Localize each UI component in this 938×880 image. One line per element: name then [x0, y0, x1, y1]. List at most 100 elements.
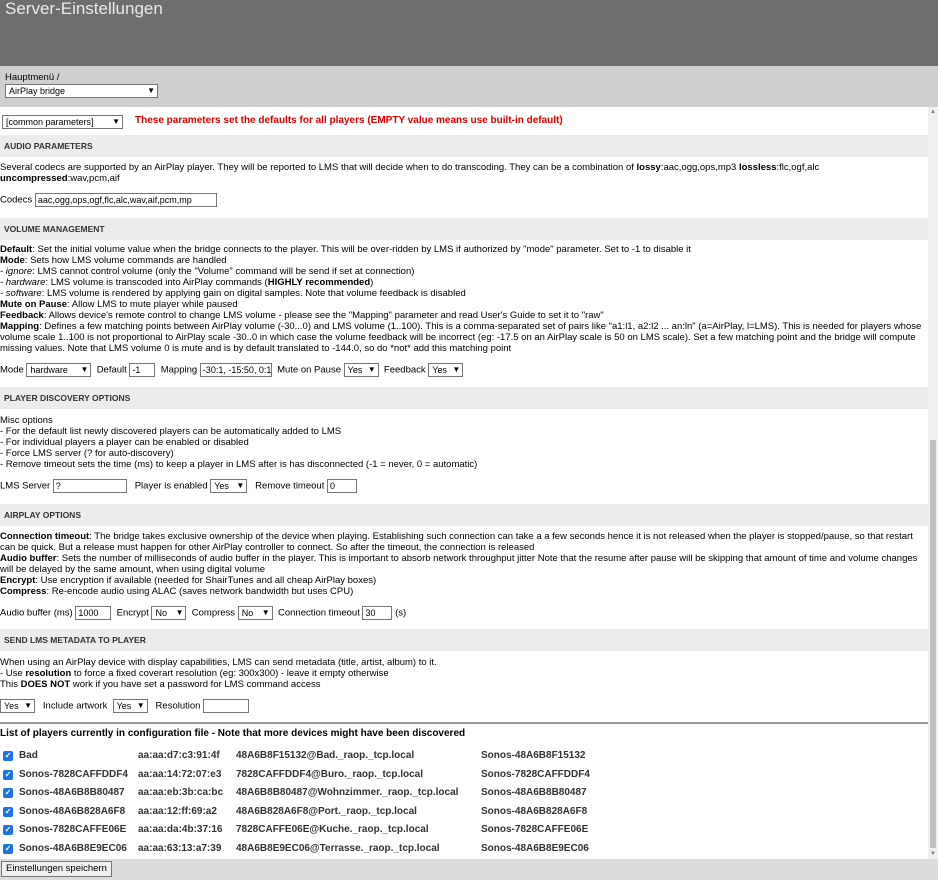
players-list-title: List of players currently in configurati… — [0, 728, 466, 739]
discovery-controls-row: LMS Server ? Player is enabled Yes ▼ Remo… — [0, 479, 357, 493]
term: lossless — [738, 162, 777, 173]
volume-description: Default: Set the initial volume value wh… — [0, 244, 925, 354]
connection-timeout-unit: (s) — [395, 607, 407, 619]
player-enabled-select[interactable]: Yes ▼ — [210, 479, 248, 493]
mapping-label: Mapping — [160, 364, 198, 376]
players-list: ✓ Bad aa:aa:d7:c3:91:4f 48A6B8F15132@Bad._r… — [0, 747, 928, 858]
term: uncompressed — [0, 173, 68, 184]
text: : Allow LMS to mute player while paused — [67, 299, 238, 310]
player-id: 48A6B828A6F8@Port._raop._tcp.local — [236, 805, 417, 817]
player-id: 48A6B8E9EC06@Terrasse._raop._tcp.local — [236, 842, 440, 854]
mute-on-pause-select[interactable]: Yes ▼ — [343, 363, 379, 377]
player-mac: aa:aa:da:4b:37:16 — [138, 824, 223, 835]
mode-select-value: hardware — [30, 365, 68, 375]
text: : Set the initial volume value when the … — [32, 244, 691, 255]
term: Feedback — [0, 310, 44, 321]
scope-select[interactable]: [common parameters] ▼ — [2, 115, 123, 129]
text: work if you have set a password for LMS … — [70, 679, 321, 690]
page-header: Server-Einstellungen — [0, 0, 938, 66]
text: : Sets the number of milliseconds of aud… — [0, 553, 921, 575]
codecs-input[interactable]: aac,ogg,ops,ogf,flc,alc,wav,aif,pcm,mp — [34, 193, 217, 207]
mute-select-value: Yes — [347, 365, 363, 375]
text: : LMS volume is rendered by applying gai… — [41, 288, 466, 299]
vertical-scrollbar[interactable]: ▲ ▼ — [928, 107, 938, 859]
chevron-down-icon: ▼ — [452, 365, 461, 374]
nav-bar: Hauptmenü / AirPlay bridge ▼ — [0, 66, 938, 107]
player-enabled-checkbox[interactable]: ✓ — [3, 751, 13, 761]
codecs-label: Codecs — [0, 194, 33, 206]
include-artwork-select[interactable]: Yes ▼ — [112, 699, 148, 713]
plugin-select[interactable]: AirPlay bridge ▼ — [5, 84, 158, 98]
remove-timeout-label: Remove timeout — [255, 480, 325, 492]
page-title: Server-Einstellungen — [5, 0, 163, 18]
player-enabled-checkbox[interactable]: ✓ — [3, 825, 13, 835]
text: : Re-encode audio using ALAC (saves netw… — [46, 586, 354, 597]
term: Audio buffer — [0, 553, 57, 564]
include-artwork-label: Include artwork — [42, 700, 108, 712]
remove-timeout-input[interactable]: 0 — [326, 479, 357, 493]
term: DOES NOT — [20, 679, 71, 690]
lms-server-input[interactable]: ? — [52, 479, 127, 493]
section-audio-parameters: AUDIO PARAMETERS — [0, 135, 928, 157]
term: Mapping — [0, 321, 40, 332]
term: - hardware — [0, 277, 46, 288]
scroll-down-icon[interactable]: ▼ — [930, 851, 936, 857]
volume-controls-row: Mode hardware ▼ Default -1 Mapping -30:1,… — [0, 363, 464, 377]
section-airplay-options: AIRPLAY OPTIONS — [0, 504, 928, 526]
player-row: ✓ Sonos-48A6B8E9EC06 aa:aa:63:13:a7:39 48A6… — [0, 840, 928, 859]
player-enabled-value: Yes — [214, 481, 229, 491]
save-settings-button[interactable]: Einstellungen speichern — [1, 861, 112, 877]
player-device: Sonos-48A6B828A6F8 — [481, 805, 588, 817]
text: : Defines a few matching points between … — [0, 321, 924, 354]
include-artwork-value: Yes — [116, 701, 132, 711]
section-volume-management: VOLUME MANAGEMENT — [0, 218, 928, 240]
codecs-row: Codecs aac,ogg,ops,ogf,flc,alc,wav,aif,p… — [0, 193, 217, 207]
player-name: Sonos-7828CAFFE06E — [19, 824, 127, 835]
breadcrumb[interactable]: Hauptmenü / — [5, 72, 59, 83]
section-send-metadata: SEND LMS METADATA TO PLAYER — [0, 629, 928, 651]
chevron-down-icon: ▼ — [136, 701, 145, 710]
player-mac: aa:aa:14:72:07:e3 — [138, 768, 222, 780]
player-id: 7828CAFFDDF4@Buro._raop._tcp.local — [236, 768, 424, 780]
chevron-down-icon: ▼ — [175, 608, 184, 617]
player-id: 7828CAFFE06E@Kuche._raop._tcp.local — [236, 824, 429, 835]
compress-select-value: No — [241, 608, 254, 618]
text: When using an AirPlay device with displa… — [0, 657, 437, 668]
player-enabled-checkbox[interactable]: ✓ — [3, 769, 13, 780]
default-volume-input[interactable]: -1 — [129, 363, 156, 377]
resolution-input[interactable] — [203, 699, 250, 713]
connection-timeout-input[interactable]: 30 — [362, 606, 393, 620]
player-id: 48A6B8F15132@Bad._raop._tcp.local — [236, 750, 415, 761]
mapping-input[interactable]: -30:1, -15:50, 0:100 — [199, 363, 272, 377]
metadata-description: When using an AirPlay device with displa… — [0, 657, 925, 690]
encrypt-select-value: No — [155, 608, 167, 618]
text: : Use encryption if available (needed fo… — [35, 575, 377, 586]
mode-select[interactable]: hardware ▼ — [26, 363, 92, 377]
scrollbar-thumb[interactable] — [930, 440, 936, 848]
player-device: Sonos-48A6B8E9EC06 — [481, 842, 589, 854]
term: Compress — [0, 586, 47, 597]
player-row: ✓ Sonos-7828CAFFE06E aa:aa:da:4b:37:16 7828… — [0, 821, 928, 840]
player-enabled-checkbox[interactable]: ✓ — [3, 806, 13, 817]
player-name: Bad — [19, 750, 38, 761]
player-name: Sonos-7828CAFFDDF4 — [19, 768, 128, 780]
audio-buffer-label: Audio buffer (ms) — [0, 607, 73, 619]
scroll-up-icon[interactable]: ▲ — [930, 109, 936, 115]
player-id: 48A6B8B80487@Wohnzimmer._raop._tcp.local — [236, 787, 459, 798]
audio-buffer-input[interactable]: 1000 — [75, 606, 112, 620]
section-title: PLAYER DISCOVERY OPTIONS — [4, 393, 131, 403]
player-enabled-checkbox[interactable]: ✓ — [3, 843, 13, 854]
metadata-controls-row: Yes ▼ Include artwork Yes ▼ Resolution — [0, 699, 250, 713]
compress-select[interactable]: No ▼ — [237, 606, 273, 620]
scope-select-value: [common parameters] — [6, 117, 94, 127]
feedback-select[interactable]: Yes ▼ — [428, 363, 464, 377]
term: resolution — [25, 668, 72, 679]
send-metadata-select[interactable]: Yes ▼ — [0, 699, 35, 713]
feedback-select-value: Yes — [432, 365, 447, 375]
encrypt-select[interactable]: No ▼ — [151, 606, 187, 620]
player-device: Sonos-48A6B8F15132 — [481, 750, 586, 761]
text: : LMS cannot control volume (only the "V… — [32, 266, 415, 277]
player-enabled-checkbox[interactable]: ✓ — [3, 788, 13, 798]
footer-bar: Einstellungen speichern — [0, 859, 938, 880]
player-row: ✓ Sonos-48A6B828A6F8 aa:aa:12:ff:69:a2 48A6… — [0, 803, 928, 822]
